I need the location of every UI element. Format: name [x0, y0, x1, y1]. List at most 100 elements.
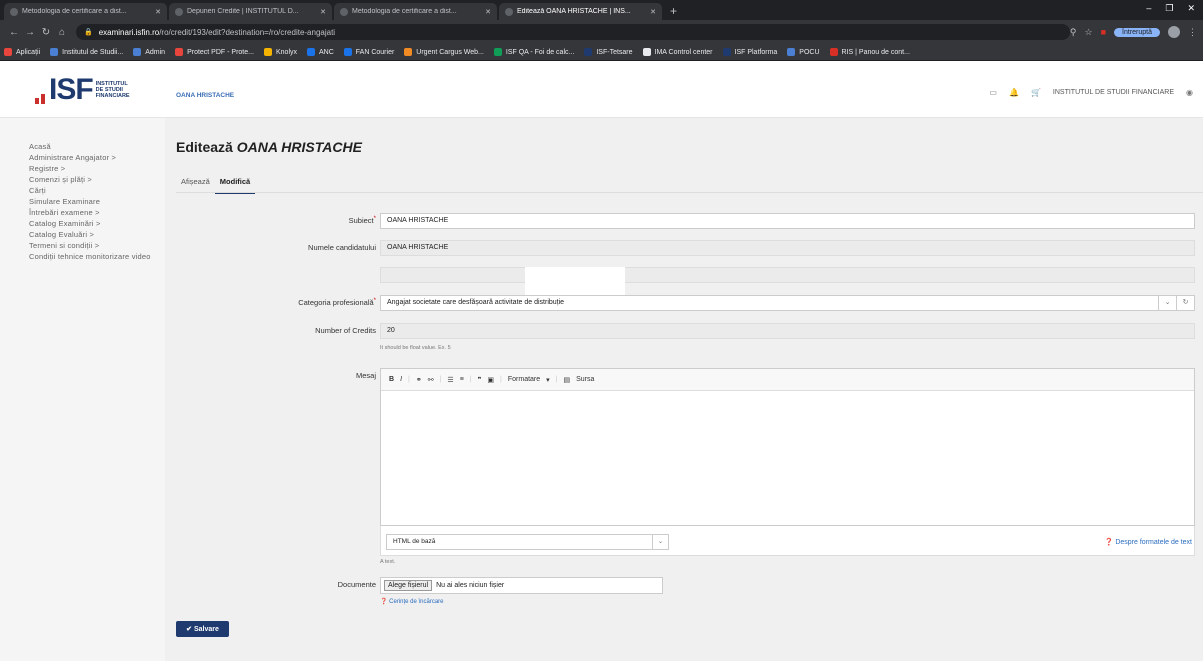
subiect-input[interactable]: OANA HRISTACHE — [380, 213, 1195, 229]
refresh-icon[interactable]: ↻ — [1176, 296, 1194, 310]
main-content: Editează OANA HRISTACHE Afișează Modific… — [165, 118, 1203, 661]
isf-logo[interactable]: ISF INSTITUTUL DE STUDII FINANCIARE — [35, 75, 130, 105]
profile-avatar[interactable] — [1168, 26, 1180, 38]
bookmark-label: ISF-Tetsare — [596, 48, 633, 56]
forward-icon[interactable]: → — [22, 27, 38, 38]
credits-label: Number of Credits — [315, 326, 376, 335]
close-tab-icon[interactable]: ✕ — [485, 8, 491, 16]
chevron-down-icon[interactable]: ▾ — [546, 376, 550, 384]
lock-icon: 🔒 — [84, 29, 93, 36]
editor-body[interactable] — [381, 391, 1194, 501]
choose-file-button[interactable]: Alege fișierul — [384, 580, 433, 591]
sidebar-item-acasa[interactable]: Acasă — [29, 141, 165, 152]
address-toolbar: ← → ↻ ⌂ 🔒 examinari.isfin.ro/ro/credit/1… — [0, 20, 1203, 44]
link-icon[interactable]: ⚭ — [416, 376, 422, 384]
browser-tab[interactable]: Metodologia de certificare a dist... ✕ — [334, 3, 497, 20]
bold-button[interactable]: B — [389, 376, 394, 383]
bell-icon[interactable]: 🔔 — [1009, 88, 1019, 97]
tab-title: Metodologia de certificare a dist... — [22, 8, 127, 15]
unlink-icon[interactable]: ⚯ — [428, 376, 434, 384]
sidebar-item-catalog-evaluari[interactable]: Catalog Evaluări > — [29, 229, 165, 240]
home-icon[interactable]: ⌂ — [54, 27, 70, 38]
back-icon[interactable]: ← — [6, 27, 22, 38]
bookmark-item[interactable]: ANC — [307, 48, 334, 56]
bookmark-label: ISF Platforma — [734, 48, 778, 56]
close-tab-icon[interactable]: ✕ — [320, 8, 326, 16]
bookmark-item[interactable]: Urgent Cargus Web... — [404, 48, 484, 56]
text-format-bar: HTML de bază ⌄ ❓ Despre formatele de tex… — [380, 526, 1195, 556]
bookmark-item[interactable]: Knolyx — [263, 48, 297, 56]
sidebar-item-simulare[interactable]: Simulare Examinare — [29, 196, 165, 207]
blockquote-icon[interactable]: ❞ — [478, 376, 482, 384]
bookmark-item[interactable]: ISF QA - Foi de calc... — [493, 48, 574, 56]
source-icon[interactable]: ▤ — [564, 376, 571, 384]
mesaj-label: Mesaj — [355, 371, 376, 380]
close-tab-icon[interactable]: ✕ — [650, 8, 656, 16]
pdf-extension-icon[interactable]: ■ — [1101, 27, 1106, 37]
source-button[interactable]: Sursa — [576, 376, 594, 383]
star-icon[interactable]: ☆ — [1085, 27, 1093, 38]
chevron-down-icon[interactable]: ⌄ — [652, 535, 668, 549]
profile-paused-button[interactable]: Întreruptă — [1114, 27, 1160, 37]
numbered-list-icon[interactable]: ≡ — [460, 376, 464, 383]
user-icon[interactable]: ◉ — [1186, 88, 1193, 97]
url-field[interactable]: 🔒 examinari.isfin.ro/ro/credit/193/edit?… — [76, 24, 1070, 40]
save-button[interactable]: ✔ Salvare — [176, 621, 229, 637]
minimize-icon[interactable]: – — [1146, 3, 1151, 14]
sidebar-item-termeni[interactable]: Termeni si condiții > — [29, 240, 165, 251]
breadcrumb[interactable]: OANA HRISTACHE — [176, 92, 234, 99]
organization-name[interactable]: INSTITUTUL DE STUDII FINANCIARE — [1053, 89, 1174, 96]
bookmark-item[interactable]: FAN Courier — [343, 48, 394, 56]
sidebar-item-registre[interactable]: Registre > — [29, 163, 165, 174]
italic-button[interactable]: I — [400, 376, 402, 383]
menu-icon[interactable]: ⋮ — [1188, 27, 1197, 38]
calendar-icon[interactable]: ▭ — [989, 88, 997, 97]
bookmark-icon — [50, 48, 59, 56]
bookmark-item[interactable]: POCU — [787, 48, 820, 56]
bookmark-item[interactable]: Aplicații — [4, 48, 40, 56]
sidebar-item-intrebari[interactable]: Întrebări examene > — [29, 207, 165, 218]
sidebar-item-catalog-examinari[interactable]: Catalog Examinări > — [29, 218, 165, 229]
favicon-icon — [340, 7, 348, 16]
bookmark-icon — [4, 48, 12, 56]
browser-tab[interactable]: Depuneri Credite | INSTITUTUL D... ✕ — [169, 3, 332, 20]
bookmark-item[interactable]: Protect PDF - Prote... — [175, 48, 254, 56]
chevron-down-icon[interactable]: ⌄ — [1158, 296, 1176, 310]
bookmark-item[interactable]: RIS | Panou de cont... — [829, 48, 910, 56]
format-dropdown[interactable]: Formatare — [508, 376, 540, 383]
bookmark-item[interactable]: ISF Platforma — [722, 48, 778, 56]
sidebar-item-carti[interactable]: Cărți — [29, 185, 165, 196]
bookmark-item[interactable]: ISF-Tetsare — [584, 48, 633, 56]
document-file-input[interactable]: Alege fișierul Nu ai ales niciun fișier — [380, 577, 663, 594]
zoom-icon[interactable]: ⚲ — [1070, 27, 1077, 38]
tab-modifica[interactable]: Modifică — [214, 173, 256, 194]
cart-icon[interactable]: 🛒 — [1031, 88, 1041, 97]
bulleted-list-icon[interactable]: ☰ — [447, 376, 453, 384]
close-window-icon[interactable]: ✕ — [1187, 3, 1195, 14]
reload-icon[interactable]: ↻ — [38, 27, 54, 38]
bookmark-item[interactable]: Institutul de Studii... — [50, 48, 123, 56]
image-icon[interactable]: ▣ — [487, 376, 494, 384]
tab-title: Metodologia de certificare a dist... — [352, 8, 457, 15]
bookmark-item[interactable]: Admin — [133, 48, 165, 56]
browser-tab[interactable]: Metodologia de certificare a dist... ✕ — [4, 3, 167, 20]
text-format-select[interactable]: HTML de bază ⌄ — [386, 534, 669, 550]
bookmark-icon — [343, 48, 352, 56]
sidebar-item-administrare-angajator[interactable]: Administrare Angajator > — [29, 152, 165, 163]
logo-bars-icon — [35, 76, 47, 104]
bookmark-item[interactable]: IMA Control center — [642, 48, 713, 56]
site-header: ISF INSTITUTUL DE STUDII FINANCIARE OANA H… — [0, 61, 1203, 118]
sidebar-item-comenzi[interactable]: Comenzi și plăți > — [29, 174, 165, 185]
bookmark-label: Aplicații — [16, 48, 41, 56]
close-tab-icon[interactable]: ✕ — [155, 8, 161, 16]
tab-afiseaza[interactable]: Afișează — [176, 173, 215, 194]
categoria-select[interactable]: Angajat societate care desfășoară activi… — [380, 295, 1195, 311]
browser-tab-active[interactable]: Editează OANA HRISTACHE | INS... ✕ — [499, 3, 662, 20]
favicon-icon — [10, 7, 18, 16]
maximize-icon[interactable]: ❐ — [1165, 3, 1173, 14]
sidebar-item-conditii-tehnice[interactable]: Condiții tehnice monitorizare video — [29, 251, 154, 262]
new-tab-icon[interactable]: + — [664, 3, 683, 20]
about-text-formats-link[interactable]: ❓ Despre formatele de text — [1105, 538, 1192, 546]
bookmark-label: Protect PDF - Prote... — [187, 48, 254, 56]
upload-requirements-link[interactable]: ❓ Cerințe de încărcare — [380, 598, 444, 605]
